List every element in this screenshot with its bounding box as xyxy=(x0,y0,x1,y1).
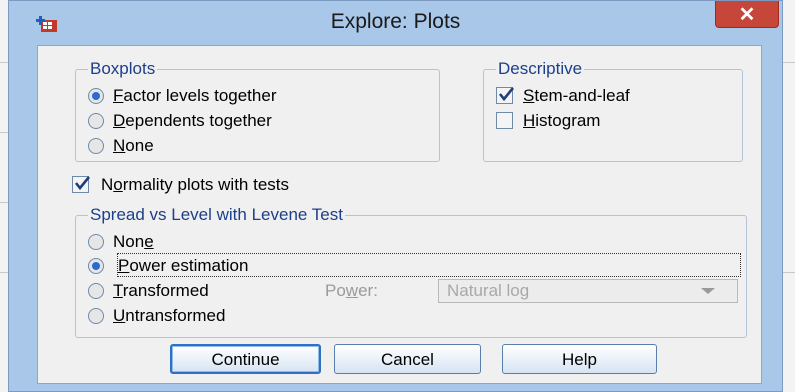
help-button[interactable]: Help xyxy=(502,344,657,374)
mnemonic-letter: H xyxy=(523,111,536,130)
option-label: ependents together xyxy=(125,111,272,130)
spread-none-radio[interactable]: None xyxy=(88,231,154,253)
checkmark-icon xyxy=(74,176,90,191)
normality-plots-checkbox[interactable]: Normality plots with tests xyxy=(72,174,289,196)
transformed-radio[interactable]: Transformed xyxy=(88,280,209,302)
spread-vs-level-group: Spread vs Level with Levene Test None Po… xyxy=(75,205,747,338)
histogram-checkbox[interactable]: Histogram xyxy=(496,110,600,132)
title-bar[interactable]: Explore: Plots ✕ xyxy=(9,1,782,42)
option-label-prefix: N xyxy=(101,175,114,194)
close-icon: ✕ xyxy=(738,4,756,26)
power-label: Power: xyxy=(325,280,378,302)
background-left-strip xyxy=(0,0,8,392)
mnemonic-letter: T xyxy=(113,281,123,300)
boxplots-legend: Boxplots xyxy=(88,59,158,79)
checkmark-icon xyxy=(498,87,514,102)
checkbox-indicator[interactable] xyxy=(496,87,514,104)
background-line xyxy=(0,62,8,63)
radio-indicator[interactable] xyxy=(88,138,104,154)
stem-and-leaf-checkbox[interactable]: Stem-and-leaf xyxy=(496,85,630,107)
option-label: ntransformed xyxy=(125,306,226,325)
explore-plots-dialog: Explore: Plots ✕ Boxplots Factor levels … xyxy=(8,0,783,392)
window-title: Explore: Plots xyxy=(330,10,461,33)
radio-indicator[interactable] xyxy=(88,258,104,274)
spread-vs-level-legend: Spread vs Level with Levene Test xyxy=(88,205,345,225)
power-dropdown[interactable]: Natural log xyxy=(438,279,738,303)
boxplots-factor-levels-together-radio[interactable]: Factor levels together xyxy=(88,85,276,107)
option-label: ransformed xyxy=(122,281,209,300)
power-dropdown-value: Natural log xyxy=(447,281,530,300)
mnemonic-letter: D xyxy=(113,111,126,130)
power-estimation-radio[interactable]: Power estimation xyxy=(88,255,248,277)
checkbox-indicator[interactable] xyxy=(72,176,90,193)
radio-indicator[interactable] xyxy=(88,308,104,324)
mnemonic-letter: U xyxy=(113,306,126,325)
boxplots-none-radio[interactable]: None xyxy=(88,135,154,157)
background-line xyxy=(783,62,795,63)
dialog-client-area: Boxplots Factor levels together Dependen… xyxy=(37,45,762,384)
continue-button[interactable]: Continue xyxy=(170,344,321,374)
option-label-prefix: Non xyxy=(113,232,145,251)
radio-indicator[interactable] xyxy=(88,113,104,129)
close-button[interactable]: ✕ xyxy=(715,1,779,28)
power-label-suffix: er: xyxy=(358,281,378,300)
chevron-down-icon xyxy=(701,288,715,294)
background-line xyxy=(0,272,8,273)
option-label: tem-and-leaf xyxy=(534,86,630,105)
checkbox-indicator[interactable] xyxy=(496,112,513,129)
option-label: ower estimation xyxy=(129,256,249,275)
mnemonic-letter: o xyxy=(113,175,123,194)
power-label-prefix: Po xyxy=(325,281,346,300)
mnemonic-letter: F xyxy=(113,86,124,105)
radio-indicator[interactable] xyxy=(88,283,104,299)
option-label: istogram xyxy=(535,111,601,130)
radio-indicator[interactable] xyxy=(88,234,104,250)
option-label: actor levels together xyxy=(123,86,277,105)
background-line xyxy=(783,272,795,273)
mnemonic-letter: e xyxy=(144,232,154,251)
background-line xyxy=(0,202,8,203)
mnemonic-letter: N xyxy=(113,136,126,155)
cancel-button[interactable]: Cancel xyxy=(334,344,481,374)
mnemonic-letter: P xyxy=(118,256,130,275)
boxplots-group: Boxplots Factor levels together Dependen… xyxy=(75,59,440,162)
option-label: rmality plots with tests xyxy=(122,175,290,194)
radio-indicator[interactable] xyxy=(88,88,104,104)
mnemonic-letter: S xyxy=(523,86,535,105)
mnemonic-letter: w xyxy=(345,281,359,300)
background-line xyxy=(0,132,8,133)
option-label: one xyxy=(125,136,154,155)
background-right-strip xyxy=(783,0,795,392)
boxplots-dependents-together-radio[interactable]: Dependents together xyxy=(88,110,272,132)
descriptive-group: Descriptive Stem-and-leaf Histogram xyxy=(483,59,743,162)
descriptive-legend: Descriptive xyxy=(496,59,585,79)
untransformed-radio[interactable]: Untransformed xyxy=(88,305,225,327)
